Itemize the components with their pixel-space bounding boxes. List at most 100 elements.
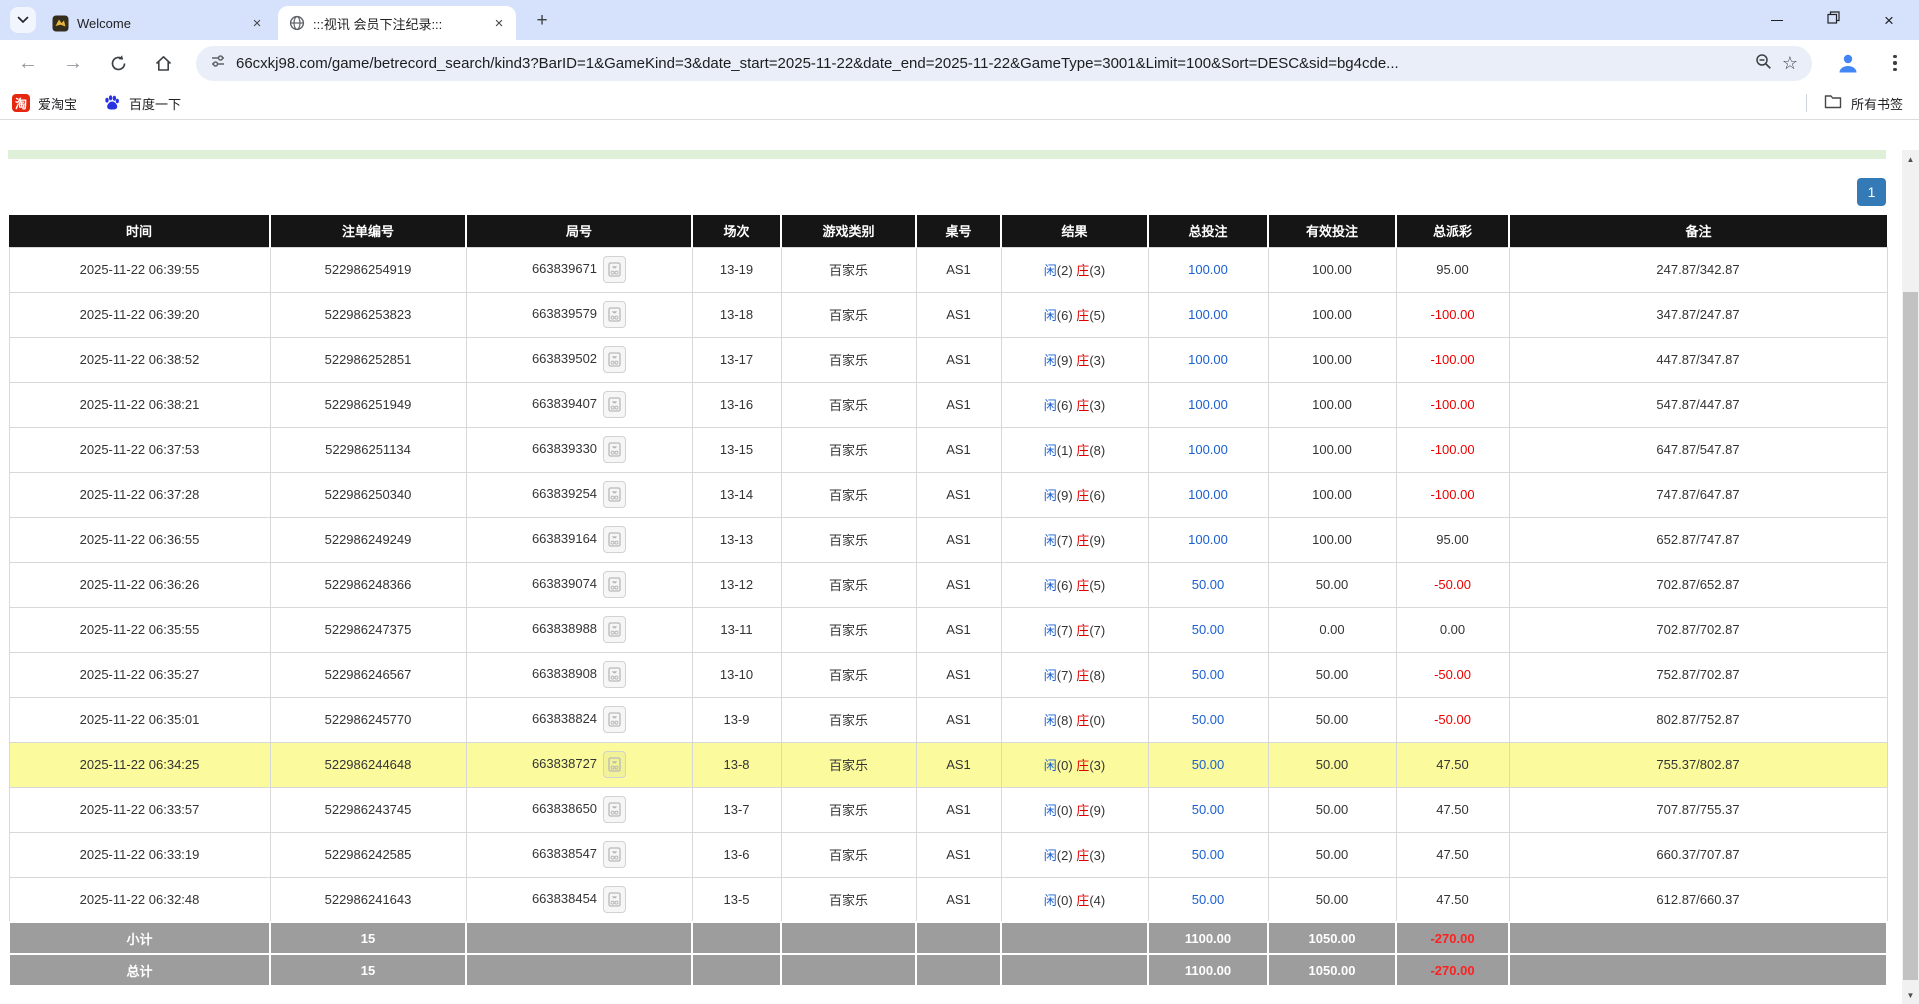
cell-time: 2025-11-22 06:38:52 bbox=[9, 337, 270, 382]
result-player: 闲 bbox=[1044, 578, 1057, 593]
tab-title: Welcome bbox=[77, 16, 240, 31]
video-record-icon[interactable] bbox=[603, 706, 626, 733]
result-banker-points: (5) bbox=[1089, 578, 1105, 593]
round-id-value: 663839502 bbox=[532, 351, 597, 366]
summary-result bbox=[1001, 954, 1148, 986]
baidu-paw-icon bbox=[103, 94, 121, 112]
table-row[interactable]: 2025-11-22 06:39:20522986253823663839579… bbox=[9, 292, 1887, 337]
home-button[interactable] bbox=[144, 44, 182, 82]
summary-table-no bbox=[916, 922, 1001, 954]
video-record-icon[interactable] bbox=[603, 256, 626, 283]
cell-time: 2025-11-22 06:37:28 bbox=[9, 472, 270, 517]
cell-total-bet: 50.00 bbox=[1148, 607, 1268, 652]
cell-note: 652.87/747.87 bbox=[1509, 517, 1887, 562]
cell-session: 13-8 bbox=[692, 742, 781, 787]
url-input[interactable]: 66cxkj98.com/game/betrecord_search/kind3… bbox=[236, 55, 1745, 72]
table-row[interactable]: 2025-11-22 06:34:25522986244648663838727… bbox=[9, 742, 1887, 787]
result-player-points: (2) bbox=[1057, 263, 1077, 278]
result-player-points: (0) bbox=[1057, 803, 1077, 818]
video-record-icon[interactable] bbox=[603, 436, 626, 463]
scrollbar-thumb[interactable] bbox=[1903, 292, 1918, 980]
cell-total-payout: 47.50 bbox=[1396, 787, 1509, 832]
video-record-icon[interactable] bbox=[603, 571, 626, 598]
window-minimize-button[interactable] bbox=[1754, 0, 1800, 40]
cell-note: 612.87/660.37 bbox=[1509, 877, 1887, 922]
scroll-down-icon[interactable]: ▼ bbox=[1902, 987, 1919, 1004]
cell-table-no: AS1 bbox=[916, 742, 1001, 787]
video-record-icon[interactable] bbox=[603, 346, 626, 373]
scroll-up-icon[interactable]: ▲ bbox=[1902, 151, 1919, 168]
table-row[interactable]: 2025-11-22 06:35:01522986245770663838824… bbox=[9, 697, 1887, 742]
video-record-icon[interactable] bbox=[603, 391, 626, 418]
tab-welcome[interactable]: Welcome × bbox=[42, 6, 274, 40]
result-player-points: (2) bbox=[1057, 848, 1077, 863]
bet-record-table: 时间注单编号局号场次游戏类别桌号结果总投注有效投注总派彩备注 2025-11-2… bbox=[8, 215, 1888, 987]
new-tab-button[interactable]: + bbox=[530, 9, 554, 33]
pagination-page-1[interactable]: 1 bbox=[1857, 178, 1886, 206]
table-row[interactable]: 2025-11-22 06:38:52522986252851663839502… bbox=[9, 337, 1887, 382]
result-banker: 庄 bbox=[1076, 668, 1089, 683]
tab-bet-record[interactable]: :::视讯 会员下注纪录::: × bbox=[278, 6, 516, 40]
cell-bet-id: 522986249249 bbox=[270, 517, 466, 562]
back-button[interactable]: ← bbox=[9, 44, 47, 82]
cell-table-no: AS1 bbox=[916, 247, 1001, 292]
menu-kebab-icon[interactable] bbox=[1882, 50, 1908, 76]
video-record-icon[interactable] bbox=[603, 841, 626, 868]
cell-result: 闲(7) 庄(7) bbox=[1001, 607, 1148, 652]
table-row[interactable]: 2025-11-22 06:39:55522986254919663839671… bbox=[9, 247, 1887, 292]
zoom-out-icon[interactable] bbox=[1755, 53, 1772, 75]
table-row[interactable]: 2025-11-22 06:33:19522986242585663838547… bbox=[9, 832, 1887, 877]
cell-table-no: AS1 bbox=[916, 517, 1001, 562]
col-header-note: 备注 bbox=[1509, 215, 1887, 247]
scrollbar-track[interactable]: ▲ ▼ bbox=[1902, 150, 1919, 1004]
video-record-icon[interactable] bbox=[603, 616, 626, 643]
window-close-button[interactable]: × bbox=[1866, 0, 1912, 40]
bookmark-taobao[interactable]: 淘 爱淘宝 bbox=[12, 94, 77, 113]
table-row[interactable]: 2025-11-22 06:36:26522986248366663839074… bbox=[9, 562, 1887, 607]
cell-valid-bet: 50.00 bbox=[1268, 877, 1396, 922]
profile-icon bbox=[1836, 51, 1860, 75]
result-banker: 庄 bbox=[1076, 848, 1089, 863]
divider bbox=[1806, 94, 1807, 112]
cell-bet-id: 522986253823 bbox=[270, 292, 466, 337]
cell-bet-id: 522986245770 bbox=[270, 697, 466, 742]
close-tab-icon[interactable]: × bbox=[490, 14, 508, 32]
table-row[interactable]: 2025-11-22 06:38:21522986251949663839407… bbox=[9, 382, 1887, 427]
url-omnibox[interactable]: 66cxkj98.com/game/betrecord_search/kind3… bbox=[196, 46, 1812, 81]
video-record-icon[interactable] bbox=[603, 301, 626, 328]
video-record-icon[interactable] bbox=[603, 661, 626, 688]
result-banker: 庄 bbox=[1076, 713, 1089, 728]
bookmarks-bar: 淘 爱淘宝 百度一下 所有书签 bbox=[0, 87, 1919, 120]
cell-total-payout: -100.00 bbox=[1396, 382, 1509, 427]
profile-avatar[interactable] bbox=[1833, 48, 1863, 78]
cell-game-type: 百家乐 bbox=[781, 832, 916, 877]
all-bookmarks-button[interactable]: 所有书签 bbox=[1806, 87, 1903, 119]
video-record-icon[interactable] bbox=[603, 886, 626, 913]
video-record-icon[interactable] bbox=[603, 481, 626, 508]
table-row[interactable]: 2025-11-22 06:36:55522986249249663839164… bbox=[9, 517, 1887, 562]
result-banker: 庄 bbox=[1076, 578, 1089, 593]
window-restore-button[interactable] bbox=[1810, 0, 1856, 40]
round-id-value: 663838824 bbox=[532, 711, 597, 726]
site-info-icon[interactable] bbox=[210, 53, 226, 74]
video-record-icon[interactable] bbox=[603, 796, 626, 823]
round-id-value: 663839407 bbox=[532, 396, 597, 411]
table-row[interactable]: 2025-11-22 06:32:48522986241643663838454… bbox=[9, 877, 1887, 922]
table-row[interactable]: 2025-11-22 06:33:57522986243745663838650… bbox=[9, 787, 1887, 832]
table-row[interactable]: 2025-11-22 06:35:55522986247375663838988… bbox=[9, 607, 1887, 652]
bookmark-baidu[interactable]: 百度一下 bbox=[103, 94, 181, 113]
video-record-icon[interactable] bbox=[603, 526, 626, 553]
cell-valid-bet: 100.00 bbox=[1268, 517, 1396, 562]
bookmark-star-icon[interactable]: ☆ bbox=[1782, 53, 1798, 74]
tab-search-button[interactable] bbox=[10, 7, 36, 33]
close-tab-icon[interactable]: × bbox=[248, 14, 266, 32]
video-record-icon[interactable] bbox=[603, 751, 626, 778]
table-row[interactable]: 2025-11-22 06:35:27522986246567663838908… bbox=[9, 652, 1887, 697]
table-row[interactable]: 2025-11-22 06:37:53522986251134663839330… bbox=[9, 427, 1887, 472]
cell-round-id: 663839579 bbox=[466, 292, 692, 337]
forward-button[interactable]: → bbox=[54, 44, 92, 82]
table-row[interactable]: 2025-11-22 06:37:28522986250340663839254… bbox=[9, 472, 1887, 517]
reload-button[interactable] bbox=[99, 44, 137, 82]
cell-result: 闲(2) 庄(3) bbox=[1001, 247, 1148, 292]
cell-total-payout: -50.00 bbox=[1396, 652, 1509, 697]
